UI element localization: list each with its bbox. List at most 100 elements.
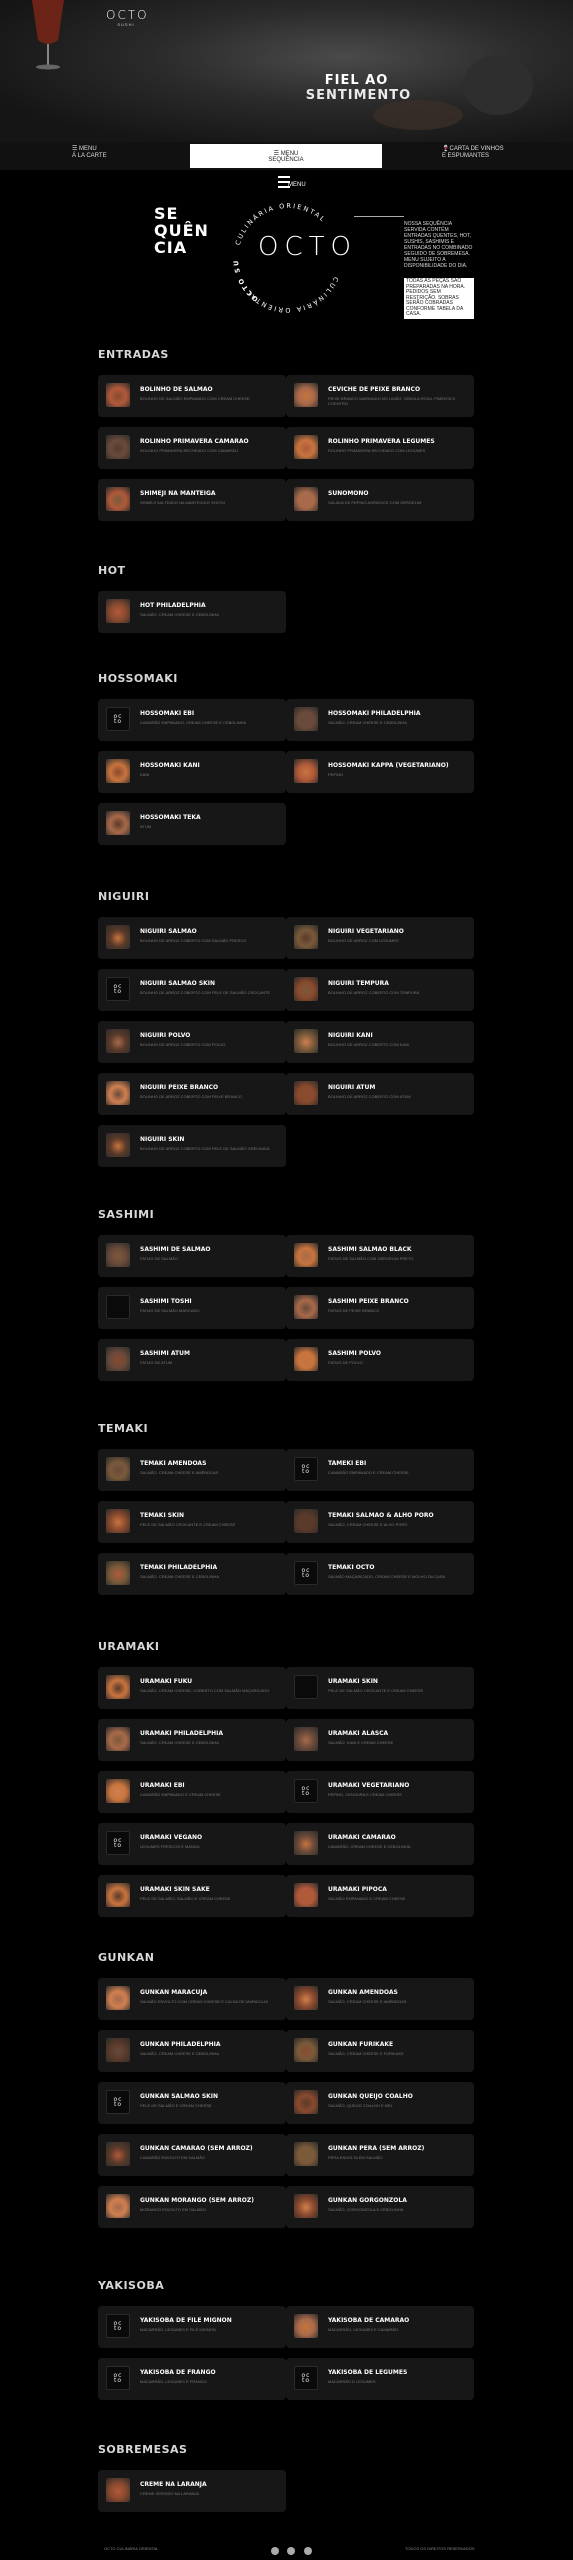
menu-item-card[interactable]: GUNKAN FURIKAKE SALMÃO, CREAM CHEESE E FU… bbox=[286, 2030, 474, 2072]
menu-item-card[interactable]: NIGUIRI SALMÃO BOLINHO DE ARROZ COBERTO C… bbox=[98, 917, 286, 959]
menu-item-card[interactable]: SASHIMI PEIXE BRANCO FATIAS DE PEIXE BRAN… bbox=[286, 1287, 474, 1329]
menu-item-card[interactable]: oc to TEMAKI OCTO SALMÃO MAÇARICADO, CREAM … bbox=[286, 1553, 474, 1595]
nav-carta-de-vinhos[interactable]: 🍷CARTA DE VINHOS E ESPUMANTES bbox=[442, 146, 504, 160]
menu-item-name: HOSSOMAKI KANI bbox=[140, 762, 200, 769]
menu-item-card[interactable]: GUNKAN PERA (SEM ARROZ) PERA ENVOLTA EM S… bbox=[286, 2134, 474, 2176]
menu-item-card[interactable]: oc to NIGUIRI SALMÃO SKIN BOLINHO DE ARROZ … bbox=[98, 969, 286, 1011]
menu-item-card[interactable]: URAMAKI ALASCA SALMÃO, KANI E CREAM CHEES… bbox=[286, 1719, 474, 1761]
nav-label: Á LA CARTE bbox=[72, 153, 107, 159]
menu-item-card[interactable]: HOT PHILADELPHIA SALMÃO, CREAM CHEESE E C… bbox=[98, 591, 286, 633]
sequence-title-line: QUÊN bbox=[154, 221, 209, 240]
menu-item-name: URAMAKI PIPOCA bbox=[328, 1886, 387, 1893]
nav-menu-a-la-carte[interactable]: ☰ MENU Á LA CARTE bbox=[72, 146, 107, 160]
menu-item-name: NIGUIRI SKIN bbox=[140, 1136, 185, 1143]
menu-item-description: PERA ENVOLTA EM SALMÃO bbox=[328, 2155, 383, 2160]
menu-item-card[interactable]: NIGUIRI SKIN BOLINHO DE ARROZ COBERTO COM… bbox=[98, 1125, 286, 1167]
menu-item-description: PEPINO, CENOURA E CREAM CHEESE bbox=[328, 1792, 403, 1797]
nav-label: E ESPUMANTES bbox=[442, 153, 490, 159]
menu-item-card[interactable]: CREME NA LARANJA CREME SERVIDO NA LARANJA bbox=[98, 2470, 286, 2512]
dish-thumbnail bbox=[106, 1243, 130, 1267]
menu-item-description: CREME SERVIDO NA LARANJA bbox=[140, 2491, 200, 2496]
menu-item-card[interactable]: URAMAKI FUKU SALMÃO, CREAM CHEESE, COBERT… bbox=[98, 1667, 286, 1709]
menu-item-card[interactable]: NIGUIRI VEGETARIANO BOLINHO DE ARROZ COM … bbox=[286, 917, 474, 959]
menu-item-name: NIGUIRI SALMÃO bbox=[140, 928, 197, 935]
dish-thumbnail bbox=[106, 383, 130, 407]
menu-item-card[interactable]: HOSSOMAKI PHILADELPHIA SALMÃO, CREAM CHEE… bbox=[286, 699, 474, 741]
section-title: GUNKAN bbox=[98, 1951, 155, 1964]
menu-item-card[interactable]: CEVICHE DE PEIXE BRANCO PEIXE BRANCO MARI… bbox=[286, 375, 474, 417]
menu-item-description: CAMARÃO ENVOLTO EM SALMÃO bbox=[140, 2155, 205, 2160]
menu-item-card[interactable]: oc to GUNKAN SALMÃO SKIN PELE DE SALMÃO E C… bbox=[98, 2082, 286, 2124]
menu-item-card[interactable]: GUNKAN MARACUJÁ SALMÃO ENVOLTO COM CREAM … bbox=[98, 1978, 286, 2020]
social-icons bbox=[271, 2542, 316, 2560]
menu-item-card[interactable]: GUNKAN PHILADELPHIA SALMÃO, CREAM CHEESE … bbox=[98, 2030, 286, 2072]
nav-menu-sequencia[interactable]: ☰ MENU SEQUÊNCIA bbox=[190, 144, 382, 168]
menu-item-name: HOT PHILADELPHIA bbox=[140, 602, 206, 609]
menu-item-description: ATUM bbox=[140, 824, 152, 829]
menu-item-description: BOLINHO DE ARROZ COBERTO COM TEMPURÁ bbox=[328, 990, 420, 995]
menu-item-description: FATIAS DE SALMÃO bbox=[140, 1256, 178, 1261]
menu-item-card[interactable]: oc to YAKISOBA DE FRANGO MACARRÃO, LEGUMES … bbox=[98, 2358, 286, 2400]
sequence-description: NOSSA SEQUÊNCIA SERVIDA CONTÉM ENTRADAS … bbox=[404, 221, 473, 269]
menu-item-card[interactable]: SASHIMI TOSHI FATIAS DE SALMÃO MARCADO bbox=[98, 1287, 286, 1329]
menu-item-card[interactable]: SASHIMI SALMÃO BLACK FATIAS DE SALMÃO COM… bbox=[286, 1235, 474, 1277]
section-title: NIGUIRI bbox=[98, 890, 150, 903]
menu-item-name: HOSSOMAKI KAPPA (VEGETARIANO) bbox=[328, 762, 449, 769]
menu-item-card[interactable]: oc to URAMAKI VEGANO LEGUMES FRESCOS E MANG… bbox=[98, 1823, 286, 1865]
menu-item-card[interactable]: TEMAKI SKIN PELE DE SALMÃO CROCANTE E CRE… bbox=[98, 1501, 286, 1543]
menu-item-name: NIGUIRI TEMPURA bbox=[328, 980, 389, 987]
menu-item-card[interactable]: NIGUIRI TEMPURA BOLINHO DE ARROZ COBERTO … bbox=[286, 969, 474, 1011]
menu-item-card[interactable]: SASHIMI POLVO FATIAS DE POLVO bbox=[286, 1339, 474, 1381]
menu-item-card[interactable]: URAMAKI CAMARÃO CAMARÃO, CREAM CHEESE E C… bbox=[286, 1823, 474, 1865]
menu-item-card[interactable]: GUNKAN GORGONZOLA SALMÃO, GORGONZOLA E CE… bbox=[286, 2186, 474, 2228]
menu-item-card[interactable]: URAMAKI PHILADELPHIA SALMÃO, CREAM CHEESE… bbox=[98, 1719, 286, 1761]
logo[interactable]: OCTO SUSHI bbox=[106, 8, 147, 27]
menu-item-description: MACARRÃO E LEGUMES bbox=[328, 2379, 376, 2384]
facebook-icon[interactable] bbox=[271, 2547, 279, 2555]
menu-item-card[interactable]: GUNKAN MORANGO (SEM ARROZ) MORANGO ENVOLT… bbox=[98, 2186, 286, 2228]
menu-item-card[interactable]: GUNKAN CAMARÃO (SEM ARROZ) CAMARÃO ENVOLT… bbox=[98, 2134, 286, 2176]
menu-item-card[interactable]: ROLINHO PRIMAVERA LEGUMES ROLINHO PRIMAVE… bbox=[286, 427, 474, 469]
menu-item-card[interactable]: NIGUIRI KANI BOLINHO DE ARROZ COBERTO COM… bbox=[286, 1021, 474, 1063]
menu-item-card[interactable]: ROLINHO PRIMAVERA CAMARÃO ROLINHO PRIMAVE… bbox=[98, 427, 286, 469]
menu-item-card[interactable]: oc to YAKISOBA DE FILÉ MIGNON MACARRÃO, LEG… bbox=[98, 2306, 286, 2348]
menu-item-card[interactable]: HOSSOMAKI TEKA ATUM bbox=[98, 803, 286, 845]
menu-icon: ☰ bbox=[72, 146, 80, 152]
menu-item-card[interactable]: NIGUIRI PEIXE BRANCO BOLINHO DE ARROZ COB… bbox=[98, 1073, 286, 1115]
menu-item-card[interactable]: SASHIMI DE SALMÃO FATIAS DE SALMÃO bbox=[98, 1235, 286, 1277]
menu-item-card[interactable]: BOLINHO DE SALMÃO BOLINHO DE SALMÃO EMPAN… bbox=[98, 375, 286, 417]
dish-thumbnail bbox=[294, 2142, 318, 2166]
menu-item-card[interactable]: YAKISOBA DE CAMARÃO MACARRÃO, LEGUMES E C… bbox=[286, 2306, 474, 2348]
menu-item-card[interactable]: GUNKAN AMÊNDOAS SALMÃO, CREAM CHEESE E AM… bbox=[286, 1978, 474, 2020]
menu-item-card[interactable]: oc to HOSSOMAKI EBI CAMARÃO EMPANADO, CREAM… bbox=[98, 699, 286, 741]
menu-item-card[interactable]: oc to YAKISOBA DE LEGUMES MACARRÃO E LEGUME… bbox=[286, 2358, 474, 2400]
menu-item-card[interactable]: TEMAKI PHILADELPHIA SALMÃO, CREAM CHEESE … bbox=[98, 1553, 286, 1595]
menu-item-card[interactable]: GUNKAN QUEIJO COALHO SALMÃO, QUEIJO COALH… bbox=[286, 2082, 474, 2124]
dish-thumbnail bbox=[294, 2194, 318, 2218]
menu-item-card[interactable]: TEMAKI AMÊNDOAS SALMÃO, CREAM CHEESE E AM… bbox=[98, 1449, 286, 1491]
menu-button[interactable]: MENU bbox=[278, 176, 318, 194]
dish-thumbnail bbox=[106, 1457, 130, 1481]
menu-item-card[interactable]: HOSSOMAKI KAPPA (VEGETARIANO) PEPINO bbox=[286, 751, 474, 793]
menu-item-card[interactable]: HOSSOMAKI KANI KANI bbox=[98, 751, 286, 793]
menu-item-card[interactable]: TEMAKI SALMÃO & ALHO PORÓ SALMÃO, CREAM C… bbox=[286, 1501, 474, 1543]
menu-item-card[interactable]: URAMAKI SKIN SAKE PELE DE SALMÃO, SALMÃO … bbox=[98, 1875, 286, 1917]
menu-item-card[interactable]: URAMAKI EBI CAMARÃO EMPANADO E CREAM CHEE… bbox=[98, 1771, 286, 1813]
menu-item-card[interactable]: SHIMEJI NA MANTEIGA SHIMEJI SALTEADO NA M… bbox=[98, 479, 286, 521]
menu-item-card[interactable]: SASHIMI ATUM FATIAS DE ATUM bbox=[98, 1339, 286, 1381]
menu-item-card[interactable]: SUNOMONO SALADA DE PEPINO AGRIDOCE COM GE… bbox=[286, 479, 474, 521]
menu-item-name: TEMAKI OCTO bbox=[328, 1564, 375, 1571]
menu-item-card[interactable]: NIGUIRI POLVO BOLINHO DE ARROZ COBERTO CO… bbox=[98, 1021, 286, 1063]
menu-item-card[interactable]: NIGUIRI ATUM BOLINHO DE ARROZ COBERTO COM… bbox=[286, 1073, 474, 1115]
menu-item-card[interactable]: URAMAKI PIPOCA SALMÃO EMPANADO E CREAM CH… bbox=[286, 1875, 474, 1917]
menu-item-description: MACARRÃO, LEGUMES E FILÉ MIGNON bbox=[140, 2327, 216, 2332]
menu-item-name: GUNKAN MORANGO (SEM ARROZ) bbox=[140, 2197, 254, 2204]
menu-item-card[interactable]: URAMAKI SKIN PELE DE SALMÃO CROCANTE E CR… bbox=[286, 1667, 474, 1709]
menu-item-card[interactable]: oc to TAMEKI EBI CAMARÃO EMPANADO E CREAM C… bbox=[286, 1449, 474, 1491]
instagram-icon[interactable] bbox=[287, 2547, 296, 2555]
whatsapp-icon[interactable] bbox=[303, 2547, 312, 2555]
dish-thumbnail bbox=[294, 435, 318, 459]
logo-subtitle: SUSHI bbox=[117, 22, 135, 27]
menu-item-card[interactable]: oc to URAMAKI VEGETARIANO PEPINO, CENOURA E… bbox=[286, 1771, 474, 1813]
section-title: SASHIMI bbox=[98, 1208, 155, 1221]
